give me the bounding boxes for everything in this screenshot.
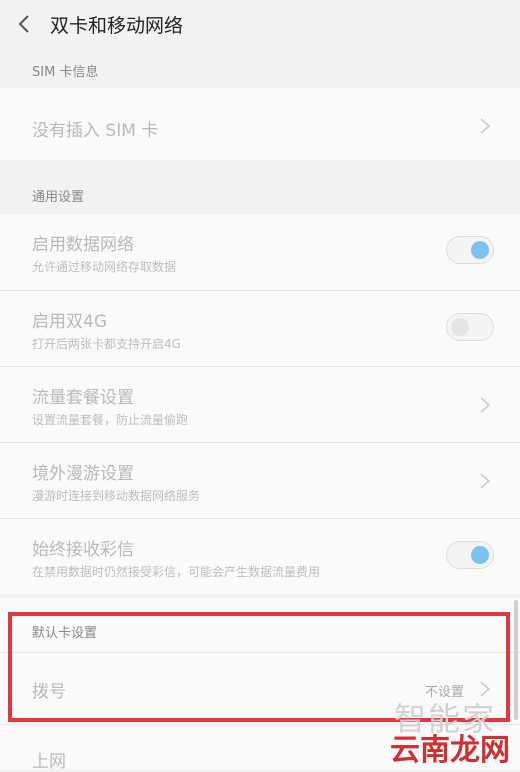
chevron-right-icon	[480, 118, 491, 134]
toggle-knob	[471, 546, 489, 564]
toggle-knob	[451, 318, 469, 336]
no-sim-label: 没有插入 SIM 卡	[32, 121, 159, 141]
general-section-title: 通用设置	[32, 190, 85, 205]
chevron-right-icon	[480, 473, 491, 489]
item-desc: 漫游时连接到移动数据网络服务	[32, 489, 201, 503]
item-label: 境外漫游设置	[32, 464, 134, 484]
roaming-row[interactable]: 境外漫游设置 漫游时连接到移动数据网络服务	[0, 442, 520, 518]
page-title: 双卡和移动网络	[50, 14, 184, 37]
general-group: 启用数据网络 允许通过移动网络存取数据 启用双4G 打开后两张卡都支持开启4G …	[0, 214, 520, 594]
dual-4g-row[interactable]: 启用双4G 打开后两张卡都支持开启4G	[0, 290, 520, 366]
dual-4g-toggle[interactable]	[446, 313, 494, 341]
data-network-row[interactable]: 启用数据网络 允许通过移动网络存取数据	[0, 214, 520, 290]
item-desc: 在禁用数据时仍然接受彩信，可能会产生数据流量费用	[32, 565, 321, 579]
sim-group: 没有插入 SIM 卡	[0, 88, 520, 160]
item-label: 始终接收彩信	[32, 540, 134, 560]
watermark-logo: 云南龙网	[390, 733, 510, 768]
back-button[interactable]	[4, 4, 44, 44]
top-bar: 双卡和移动网络	[0, 0, 520, 48]
item-desc: 设置流量套餐，防止流量偷跑	[32, 413, 189, 427]
internet-label: 上网	[32, 752, 66, 772]
toggle-knob	[471, 241, 489, 259]
back-arrow-icon	[18, 15, 29, 33]
data-plan-row[interactable]: 流量套餐设置 设置流量套餐，防止流量偷跑	[0, 366, 520, 442]
item-desc: 打开后两张卡都支持开启4G	[32, 337, 181, 351]
item-label: 启用双4G	[32, 312, 107, 332]
no-sim-row[interactable]: 没有插入 SIM 卡	[0, 88, 520, 160]
item-desc: 允许通过移动网络存取数据	[32, 260, 177, 274]
item-label: 启用数据网络	[32, 235, 134, 255]
mms-toggle[interactable]	[446, 541, 494, 569]
data-network-toggle[interactable]	[446, 236, 494, 264]
sim-section-title: SIM 卡信息	[32, 65, 99, 80]
mms-row[interactable]: 始终接收彩信 在禁用数据时仍然接受彩信，可能会产生数据流量费用	[0, 518, 520, 594]
scrollbar[interactable]	[514, 600, 518, 720]
item-label: 流量套餐设置	[32, 388, 134, 408]
chevron-right-icon	[480, 397, 491, 413]
